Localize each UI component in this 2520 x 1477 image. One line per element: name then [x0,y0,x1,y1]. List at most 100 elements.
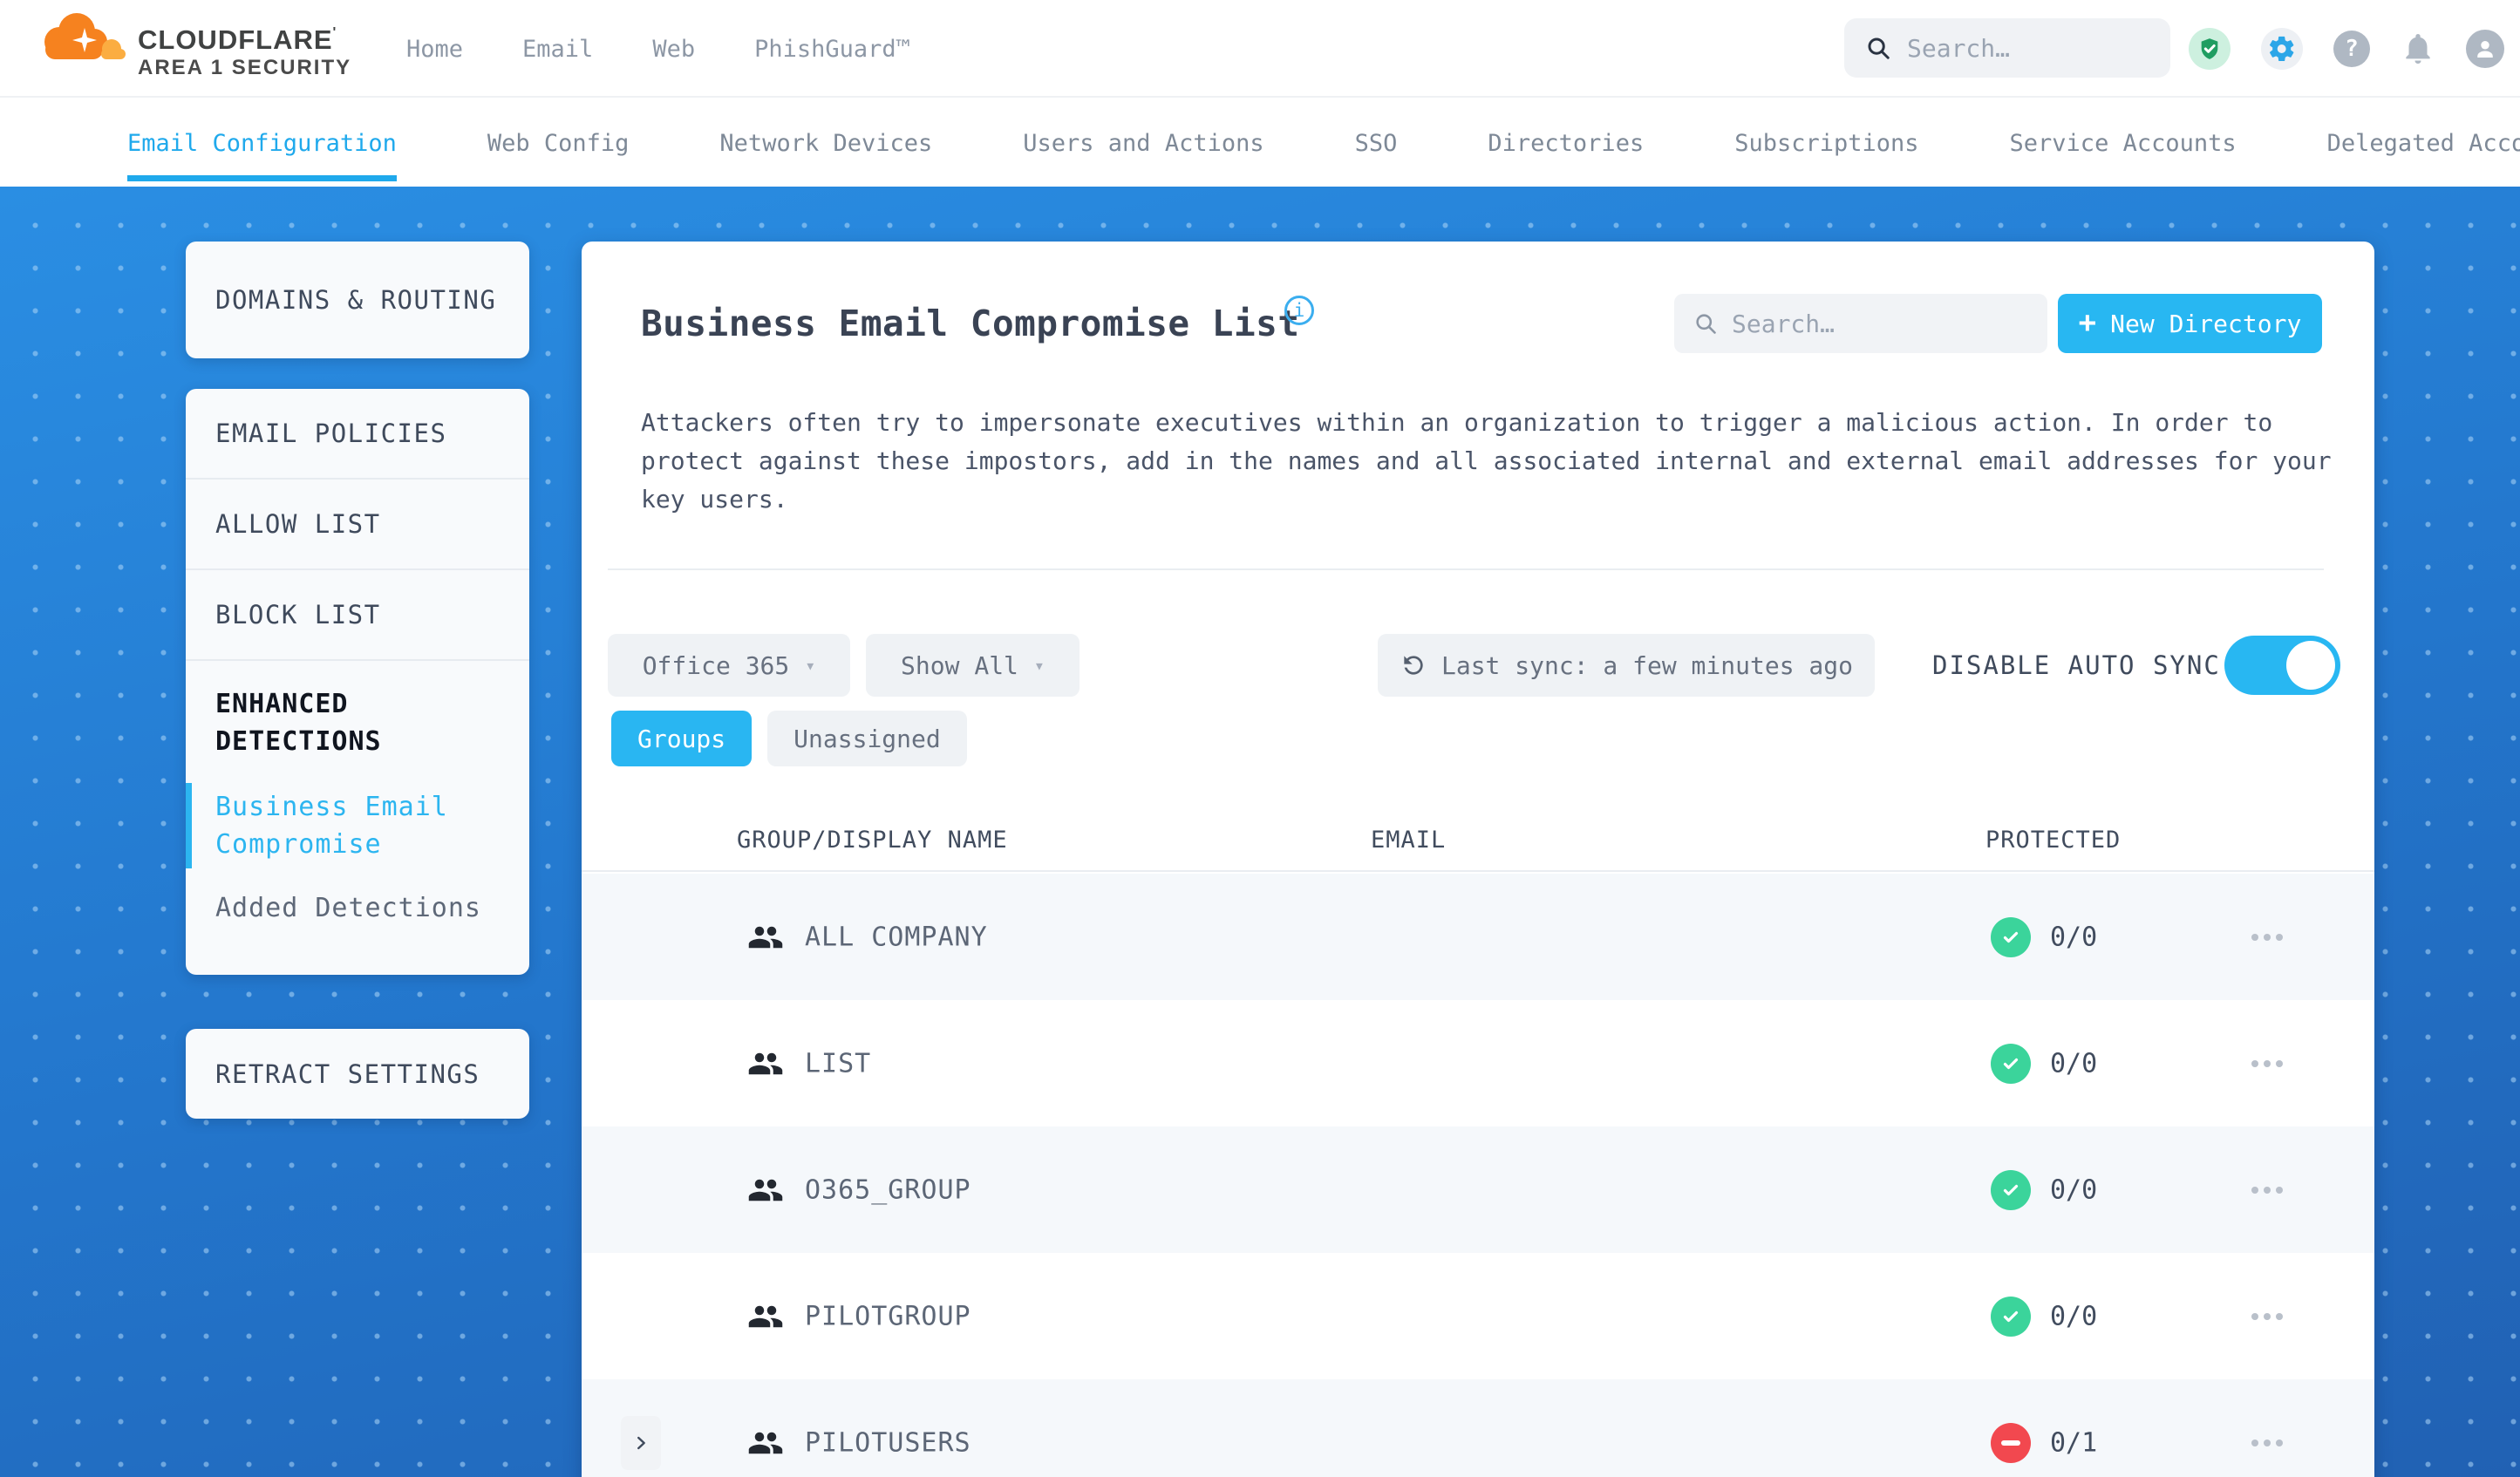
auto-sync-toggle[interactable] [2224,636,2340,695]
tab-subscriptions[interactable]: Subscriptions [1734,99,1918,187]
notifications-bell-icon[interactable] [2401,31,2435,66]
blocked-status-icon [1991,1422,2031,1463]
tab-network-devices[interactable]: Network Devices [719,99,932,187]
last-sync-button[interactable]: Last sync: a few minutes ago [1378,634,1875,697]
minus-icon [2001,1440,2020,1446]
tab-directories[interactable]: Directories [1488,99,1644,187]
new-directory-button[interactable]: + New Directory [2058,294,2322,353]
plus-icon: + [2078,304,2097,340]
global-search [1844,18,2170,78]
brand-subtitle: AREA 1 SECURITY [138,56,352,79]
group-name: O365_GROUP [805,1174,971,1205]
help-icon[interactable]: ? [2333,31,2370,67]
row-menu-button[interactable] [2251,1439,2283,1446]
sidebar-card-policies: EMAIL POLICIES ALLOW LIST BLOCK LIST ENH… [186,389,529,975]
segment-groups[interactable]: Groups [611,711,753,766]
segment-unassigned[interactable]: Unassigned [767,711,967,766]
tab-web-config[interactable]: Web Config [487,99,630,187]
protected-status-icon [1991,916,2031,957]
directory-dropdown[interactable]: Office 365 ▾ [608,634,850,697]
directory-dropdown-value: Office 365 [642,650,790,680]
show-filter-dropdown[interactable]: Show All ▾ [866,634,1080,697]
top-header: CLOUDFLARE' AREA 1 SECURITY Home Email W… [0,0,2520,98]
bec-panel: Business Email Compromise List i + New D… [582,242,2374,1477]
protected-count: 0/0 [2050,922,2098,952]
info-icon[interactable]: i [1284,296,1314,325]
group-name: LIST [805,1048,872,1079]
tab-users-and-actions[interactable]: Users and Actions [1023,99,1263,187]
content-area: DOMAINS & ROUTING EMAIL POLICIES ALLOW L… [0,187,2520,1477]
group-people-icon [748,1305,783,1327]
page-description: Attackers often try to impersonate execu… [641,408,2332,514]
settings-gear-icon[interactable] [2261,28,2303,70]
group-people-icon [748,1179,783,1201]
group-people-icon [748,1432,783,1453]
expand-row-button[interactable] [621,1415,661,1470]
show-filter-value: Show All [901,650,1018,680]
tab-email-configuration[interactable]: Email Configuration [127,99,397,187]
group-name: ALL COMPANY [805,922,988,952]
column-protected: PROTECTED [1985,827,2122,854]
group-name: PILOTGROUP [805,1301,971,1331]
sidebar-item-block-list[interactable]: BLOCK LIST [186,568,529,659]
account-avatar-icon[interactable] [2466,30,2504,68]
panel-search-input[interactable] [1732,309,1993,338]
protected-status-icon [1991,1296,2031,1337]
chevron-down-icon: ▾ [805,655,816,676]
sidebar-item-retract-settings[interactable]: RETRACT SETTINGS [186,1059,509,1089]
help-glyph: ? [2345,36,2359,62]
brand-name: CLOUDFLARE' [138,24,337,55]
segment-row: Groups Unassigned [611,711,967,766]
sidebar-item-domains-routing[interactable]: DOMAINS & ROUTING [186,285,526,315]
nav-phishguard[interactable]: PhishGuard™ [754,36,910,63]
tab-delegated-accounts[interactable]: Delegated Accounts [2327,99,2520,187]
nav-email[interactable]: Email [522,36,593,63]
protected-count: 0/0 [2050,1048,2098,1079]
header-icons: ? [2189,0,2504,98]
security-status-icon[interactable] [2189,28,2231,70]
row-menu-button[interactable] [2251,933,2283,941]
new-directory-label: New Directory [2110,309,2302,338]
group-name: PILOTUSERS [805,1427,971,1458]
toggle-knob [2286,641,2335,690]
table-row: ALL COMPANY 0/0 [582,874,2374,1000]
section-tabbar: Email Configuration Web Config Network D… [0,99,2520,187]
sidebar-item-enhanced-detections[interactable]: ENHANCED DETECTIONS [186,685,529,760]
protected-count: 0/1 [2050,1427,2098,1458]
cloudflare-cloud-icon [44,13,126,59]
sidebar-item-email-policies[interactable]: EMAIL POLICIES [186,389,529,478]
sidebar-item-business-email-compromise[interactable]: Business Email Compromise [186,783,529,868]
sidebar-card-domains[interactable]: DOMAINS & ROUTING [186,242,529,358]
chevron-right-icon [637,1436,645,1449]
column-email: EMAIL [1371,827,1447,854]
protected-count: 0/0 [2050,1174,2098,1205]
row-menu-button[interactable] [2251,1312,2283,1320]
tab-service-accounts[interactable]: Service Accounts [2010,99,2237,187]
protected-status-icon [1991,1043,2031,1084]
group-people-icon [748,1052,783,1074]
divider [608,568,2324,570]
sidebar-card-retract[interactable]: RETRACT SETTINGS [186,1029,529,1119]
sidebar-section-enhanced-detections: ENHANCED DETECTIONS Business Email Compr… [186,659,529,958]
cloudflare-logo[interactable]: CLOUDFLARE' AREA 1 SECURITY [35,3,401,94]
last-sync-label: Last sync: a few minutes ago [1440,650,1853,680]
protected-status-icon [1991,1169,2031,1210]
group-people-icon [748,926,783,948]
table-row: PILOTGROUP 0/0 [582,1253,2374,1379]
column-group-display-name: GROUP/DISPLAY NAME [737,827,1008,854]
nav-web[interactable]: Web [652,36,695,63]
row-menu-button[interactable] [2251,1186,2283,1194]
primary-nav: Home Email Web PhishGuard™ [406,0,910,98]
tab-sso[interactable]: SSO [1355,99,1398,187]
area1-security-app: CLOUDFLARE' AREA 1 SECURITY Home Email W… [0,0,2520,1477]
auto-sync-label: DISABLE AUTO SYNC [1932,650,2221,680]
filter-row: Office 365 ▾ Show All ▾ Last sync: a few… [608,634,2374,697]
sidebar-item-added-detections[interactable]: Added Detections [186,884,529,932]
global-search-input[interactable] [1907,33,2134,63]
search-icon [1696,314,1716,334]
page-title: Business Email Compromise List [641,303,1300,344]
nav-home[interactable]: Home [406,36,463,63]
protected-count: 0/0 [2050,1301,2098,1331]
row-menu-button[interactable] [2251,1059,2283,1067]
sidebar-item-allow-list[interactable]: ALLOW LIST [186,478,529,568]
